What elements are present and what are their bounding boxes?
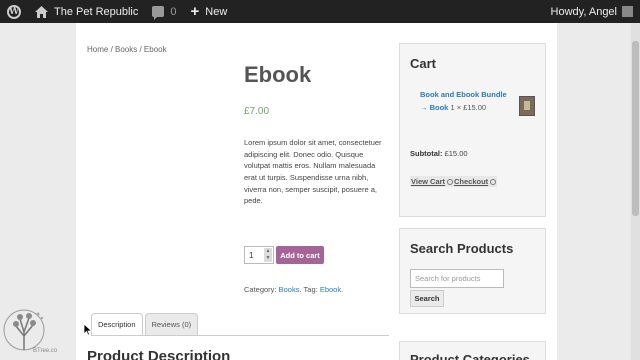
checkout-button[interactable]: Checkout — [453, 176, 498, 187]
product-short-description: Lorem ipsum dolor sit amet, consectetuer… — [244, 138, 382, 206]
tab-description[interactable]: Description — [91, 313, 143, 335]
wordpress-menu[interactable]: W — [0, 0, 28, 23]
new-label: New — [205, 5, 228, 18]
categories-widget: Product Categories — [399, 341, 546, 360]
checkout-label: Checkout — [454, 177, 489, 186]
search-placeholder: Search for products — [415, 274, 481, 283]
add-to-cart-button[interactable]: Add to cart — [276, 246, 324, 264]
page-background-right — [557, 23, 640, 360]
watermark-text: BTree.co — [33, 348, 58, 354]
user-avatar — [622, 6, 633, 17]
tag-label: Tag: — [303, 285, 318, 294]
wordpress-icon: W — [7, 4, 21, 19]
product-price: £7.00 — [244, 106, 270, 117]
home-icon — [35, 5, 48, 18]
cart-item-thumbnail[interactable] — [519, 96, 535, 116]
site-name-link[interactable]: The Pet Republic — [28, 0, 145, 23]
site-name: The Pet Republic — [54, 5, 139, 18]
cart-item-qty: 1 × £15.00 — [450, 103, 487, 113]
product-title: Ebook — [244, 62, 312, 87]
search-button[interactable]: Search — [410, 290, 444, 307]
product-tabs: Description Reviews (0) — [91, 313, 200, 335]
new-content-menu[interactable]: + New — [184, 0, 235, 23]
cart-item: Book and Ebook Bundle → Book 1 × £15.00 — [420, 88, 512, 114]
section-heading: Product Description — [87, 348, 231, 360]
admin-bar: W The Pet Republic 0 + New Howdy, Angel — [0, 0, 640, 23]
cart-widget: Cart Book and Ebook Bundle → Book 1 × £1… — [399, 43, 546, 217]
view-cart-label: View Cart — [411, 177, 446, 186]
tag-link[interactable]: Ebook — [320, 285, 341, 294]
search-input[interactable]: Search for products — [410, 269, 504, 288]
greeting: Howdy, Angel — [550, 5, 617, 18]
quantity-input[interactable]: 1 ▲ ▼ — [244, 246, 274, 264]
breadcrumb[interactable]: Home / Books / Ebook — [87, 45, 167, 54]
view-cart-button[interactable]: View Cart — [410, 176, 455, 187]
cart-subtotal: Subtotal: £15.00 — [410, 149, 468, 158]
tabs-divider — [91, 335, 389, 336]
user-menu[interactable]: Howdy, Angel — [544, 0, 640, 23]
category-label: Category: — [244, 285, 277, 294]
mouse-cursor-icon — [84, 324, 92, 336]
quantity-value: 1 — [249, 250, 254, 260]
subtotal-value: £15.00 — [444, 149, 468, 158]
search-widget-title: Search Products — [410, 241, 514, 256]
product-meta: Category: Books. Tag: Ebook. — [244, 285, 344, 294]
arrow-circle-icon — [490, 179, 497, 185]
quantity-stepper[interactable]: ▲ ▼ — [264, 248, 272, 262]
category-link[interactable]: Books — [279, 285, 300, 294]
cart-widget-title: Cart — [410, 56, 437, 71]
comments-count: 0 — [170, 5, 177, 18]
comment-icon — [152, 6, 165, 20]
search-widget: Search Products Search for products Sear… — [399, 228, 546, 314]
comments-link[interactable]: 0 — [145, 0, 183, 23]
categories-widget-title: Product Categories — [410, 352, 530, 360]
tab-reviews[interactable]: Reviews (0) — [144, 313, 199, 335]
scrollbar-thumb[interactable] — [632, 41, 639, 216]
plus-icon: + — [190, 3, 200, 20]
subtotal-label: Subtotal: — [410, 149, 443, 158]
scrollbar[interactable] — [631, 23, 640, 360]
